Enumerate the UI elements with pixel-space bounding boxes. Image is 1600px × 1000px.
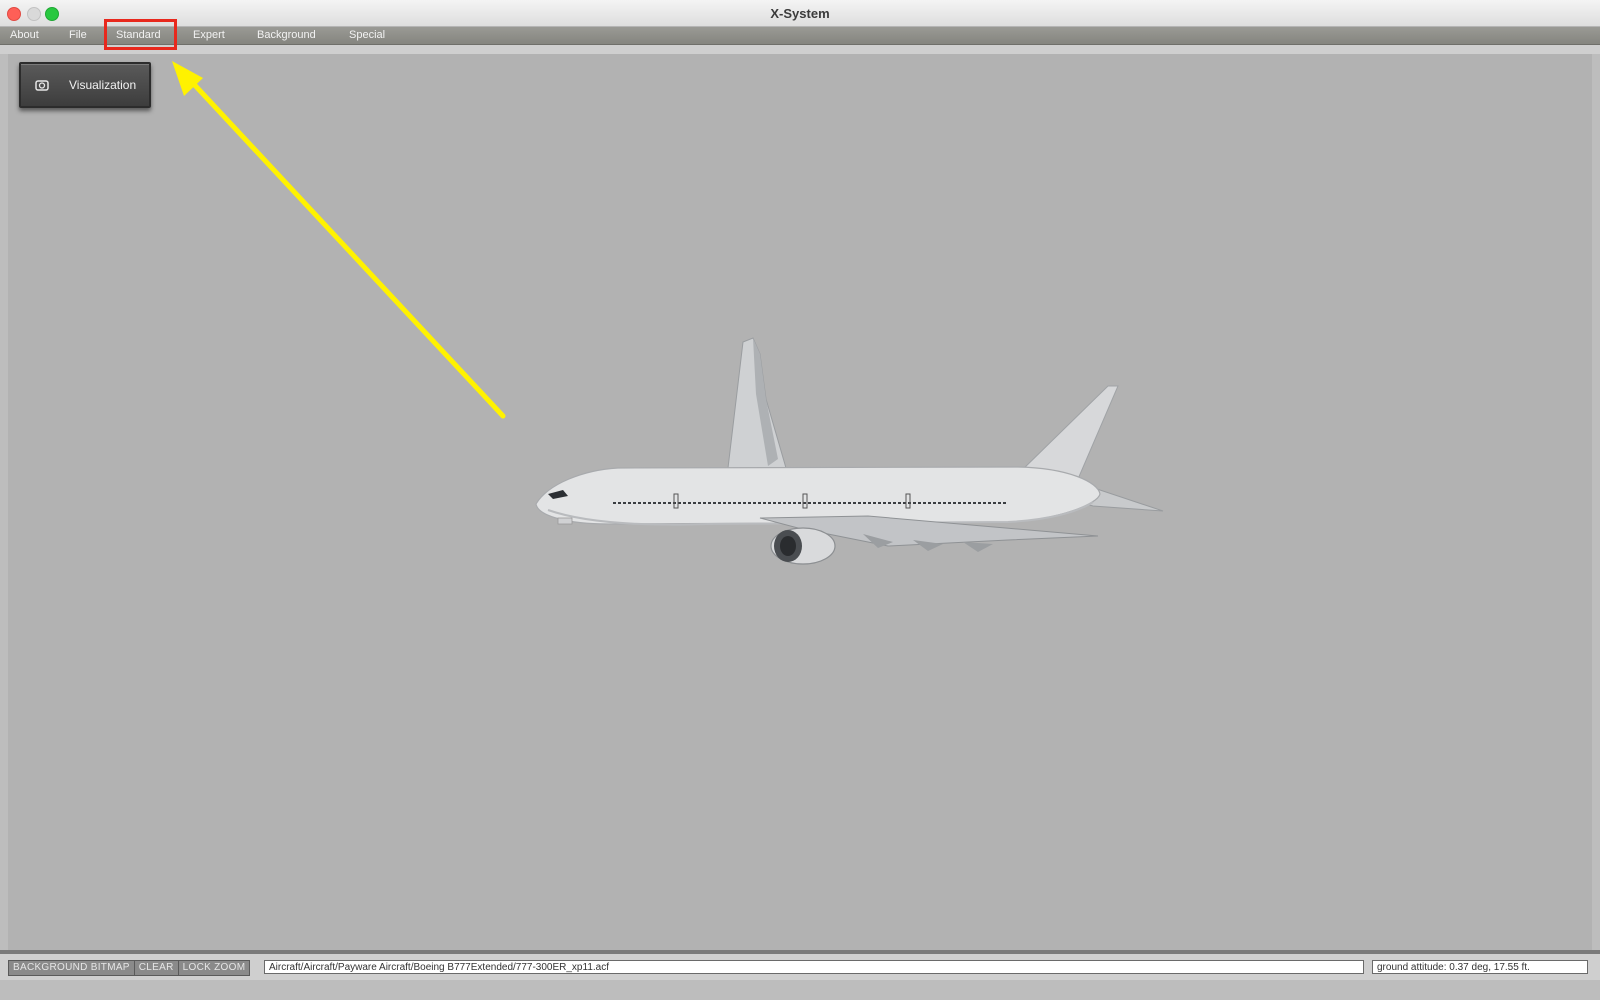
window-title: X-System [770, 6, 830, 21]
menu-file[interactable]: File [69, 29, 87, 41]
visualization-label: Visualization [69, 78, 137, 92]
ground-attitude-field: ground attitude: 0.37 deg, 17.55 ft. [1372, 960, 1588, 974]
visualization-button[interactable]: Visualization [19, 62, 151, 108]
menu-about[interactable]: About [10, 29, 39, 41]
menu-separator [0, 45, 1600, 54]
aircraft-viewport[interactable] [8, 54, 1592, 950]
menu-special[interactable]: Special [349, 29, 385, 41]
menu-background[interactable]: Background [257, 29, 316, 41]
title-bar: X-System [0, 0, 1600, 27]
background-bitmap-button[interactable]: BACKGROUND BITMAP [9, 961, 135, 975]
bottom-edge [0, 980, 1600, 1000]
menu-bar: About File Standard Expert Background Sp… [0, 27, 1600, 45]
clear-button[interactable]: CLEAR [135, 961, 179, 975]
standard-menu-highlight [104, 19, 177, 50]
status-button-group: BACKGROUND BITMAP CLEAR LOCK ZOOM [8, 960, 251, 976]
aircraft-path-field[interactable]: Aircraft/Aircraft/Payware Aircraft/Boein… [264, 960, 1364, 974]
lock-zoom-button[interactable]: LOCK ZOOM [179, 961, 250, 975]
camera-icon [35, 80, 49, 91]
menu-expert[interactable]: Expert [193, 29, 225, 41]
aircraft-render [535, 337, 1164, 565]
